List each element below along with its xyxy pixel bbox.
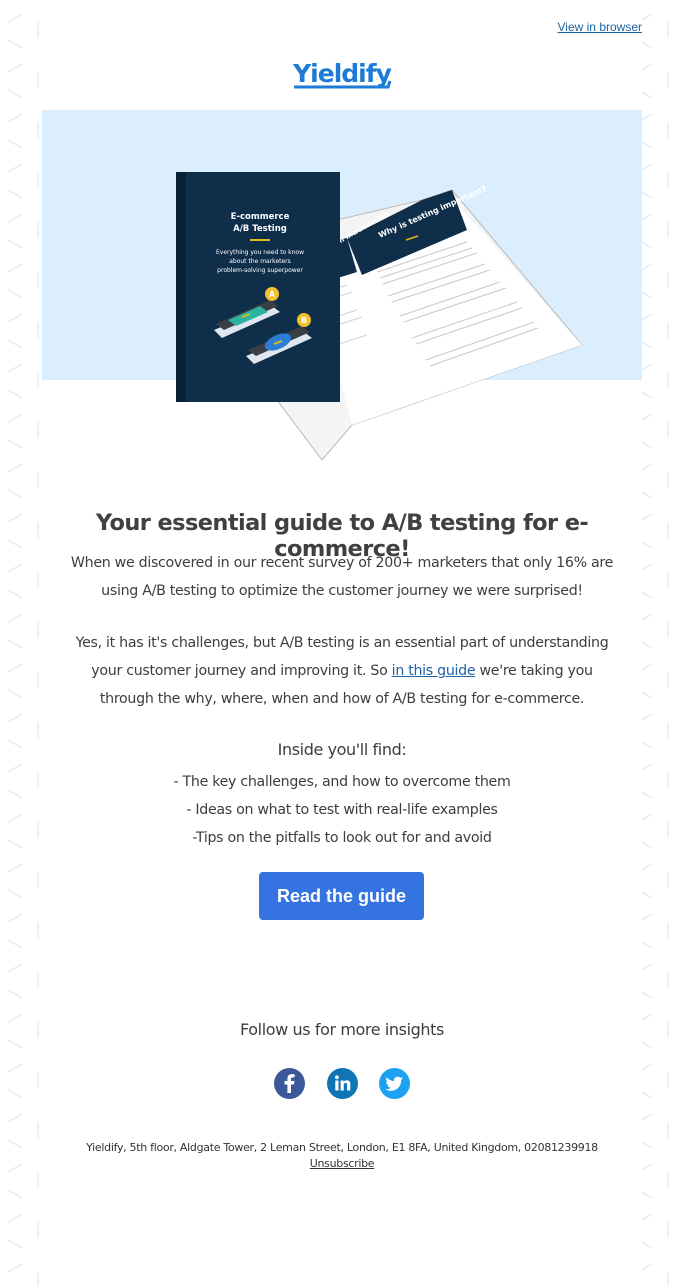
badge-a: A (269, 290, 276, 299)
cover-title-line1: E-commerce (231, 212, 290, 222)
facebook-icon (284, 1074, 295, 1093)
facebook-link[interactable] (274, 1068, 305, 1099)
unsubscribe-link[interactable]: Unsubscribe (310, 1157, 375, 1170)
booklet-cover: E-commerce A/B Testing Everything you ne… (176, 172, 340, 402)
inside-list: - The key challenges, and how to overcom… (42, 768, 642, 852)
intro-line-2: using A/B testing to optimize the custom… (101, 583, 583, 599)
inside-list-item: - Ideas on what to test with real-life e… (186, 802, 498, 818)
twitter-link[interactable] (379, 1068, 410, 1099)
badge-b: B (301, 316, 307, 325)
linkedin-icon (334, 1075, 350, 1091)
email-body: View in browser Yieldify Why is testing … (42, 0, 642, 1286)
inside-list-item: - The key challenges, and how to overcom… (173, 774, 511, 790)
cover-title-line2: A/B Testing (233, 224, 287, 234)
footer-address: Yieldify, 5th floor, Aldgate Tower, 2 Le… (86, 1141, 598, 1154)
inside-title: Inside you'll find: (277, 740, 407, 759)
social-links (274, 1068, 410, 1100)
in-this-guide-link[interactable]: in this guide (392, 663, 476, 679)
guide-booklet-image[interactable]: Why is testing important? A/B testing: a… (122, 160, 602, 460)
intro-paragraph: When we discovered in our recent survey … (42, 549, 642, 605)
cover-subtitle-line1: Everything you need to know (216, 249, 304, 256)
logo-text: Yieldify (292, 59, 392, 88)
body-line-3: through the why, where, when and how of … (99, 691, 585, 707)
intro-line-1: When we discovered in our recent survey … (70, 555, 614, 571)
inside-list-item: -Tips on the pitfalls to look out for an… (192, 830, 492, 846)
linkedin-link[interactable] (326, 1068, 358, 1099)
body-paragraph: Yes, it has it's challenges, but A/B tes… (42, 629, 642, 713)
body-line-2b: we're taking you (475, 663, 594, 679)
follow-label: Follow us for more insights (240, 1020, 444, 1039)
unsubscribe-row: Unsubscribe (42, 1157, 642, 1170)
read-the-guide-button[interactable]: Read the guide (259, 872, 424, 920)
cover-subtitle-line2: about the marketers (229, 258, 291, 265)
body-line-1: Yes, it has it's challenges, but A/B tes… (75, 635, 609, 651)
cover-subtitle-line3: problem-solving superpower (217, 267, 303, 274)
view-in-browser-link[interactable]: View in browser (558, 20, 642, 34)
twitter-icon (385, 1076, 403, 1091)
yieldify-logo[interactable]: Yieldify (290, 57, 394, 93)
body-line-2a: your customer journey and improving it. … (91, 663, 392, 679)
